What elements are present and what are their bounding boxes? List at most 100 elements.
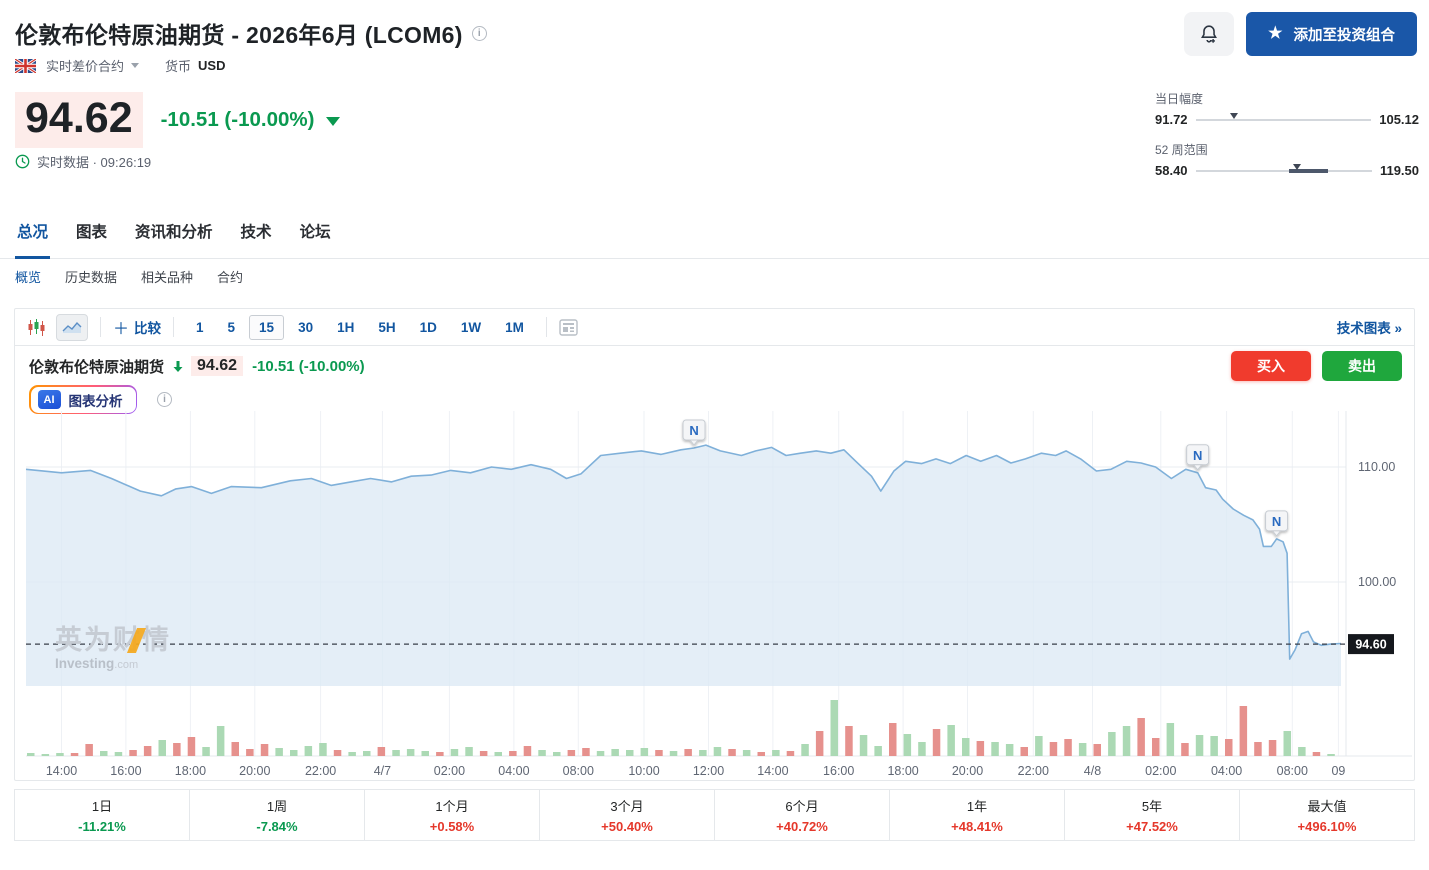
svg-text:22:00: 22:00 — [305, 764, 336, 778]
performance-cell-1m[interactable]: 1个月 +0.58% — [365, 790, 540, 840]
sub-tabs: 概览 历史数据 相关品种 合约 — [15, 267, 243, 286]
day-range-label: 当日幅度 — [1155, 90, 1419, 107]
news-marker-icon[interactable]: N — [1266, 511, 1288, 536]
ai-chart-analysis-button[interactable]: AI 图表分析 — [29, 385, 137, 414]
star-icon: ★ — [1268, 26, 1282, 42]
compare-button[interactable]: ＋ 比较 — [113, 315, 161, 339]
tab-chart[interactable]: 图表 — [74, 212, 109, 258]
interval-5[interactable]: 5 — [218, 315, 246, 340]
svg-text:4/8: 4/8 — [1084, 764, 1101, 778]
ai-analysis-label: 图表分析 — [69, 390, 123, 410]
news-events-button[interactable] — [559, 319, 578, 336]
day-range: 当日幅度 91.72 105.12 — [1155, 90, 1419, 127]
performance-cell-max[interactable]: 最大值 +496.10% — [1240, 790, 1414, 840]
subtab-historical-data[interactable]: 历史数据 — [65, 267, 117, 286]
currency-value: USD — [198, 58, 225, 73]
arrow-down-icon — [172, 360, 184, 373]
interval-15[interactable]: 15 — [249, 315, 284, 340]
svg-text:14:00: 14:00 — [757, 764, 788, 778]
chart-last-price: 94.62 — [191, 356, 243, 376]
svg-text:18:00: 18:00 — [175, 764, 206, 778]
quote-status: 实时数据 · 09:26:19 — [15, 152, 151, 171]
page-title: 伦敦布伦特原油期货 - 2026年6月 (LCOM6) — [15, 16, 463, 50]
interval-1m[interactable]: 1M — [495, 315, 534, 340]
technical-chart-link[interactable]: 技术图表 » — [1337, 317, 1402, 337]
svg-text:10:00: 10:00 — [628, 764, 659, 778]
last-price-tag: 94.60 — [1348, 634, 1394, 654]
buy-button[interactable]: 买入 — [1231, 351, 1311, 381]
currency-label: 货币 — [165, 56, 191, 75]
create-alert-button[interactable] — [1184, 12, 1234, 56]
header: 伦敦布伦特原油期货 - 2026年6月 (LCOM6) i — [15, 16, 487, 50]
performance-cell-6m[interactable]: 6个月 +40.72% — [715, 790, 890, 840]
week52-range-label: 52 周范围 — [1155, 141, 1419, 158]
chart-toolbar: ＋ 比较 1 5 15 30 1H 5H 1D 1W 1M 技术图表 » — [15, 309, 1414, 346]
performance-cell-1d[interactable]: 1日 -11.21% — [15, 790, 190, 840]
interval-30[interactable]: 30 — [288, 315, 323, 340]
interval-1d[interactable]: 1D — [410, 315, 447, 340]
day-range-low: 91.72 — [1155, 112, 1188, 127]
svg-text:04:00: 04:00 — [1211, 764, 1242, 778]
svg-text:09: 09 — [1331, 764, 1345, 778]
chart-card: ＋ 比较 1 5 15 30 1H 5H 1D 1W 1M 技术图表 » — [14, 308, 1415, 781]
subtab-overview[interactable]: 概览 — [15, 267, 41, 286]
volume-bars — [27, 700, 1335, 756]
svg-text:08:00: 08:00 — [1277, 764, 1308, 778]
news-panel-icon — [559, 319, 578, 336]
svg-text:100.00: 100.00 — [1358, 575, 1396, 589]
main-tabs: 总况 图表 资讯和分析 技术 论坛 — [0, 212, 1429, 259]
bell-plus-icon — [1198, 23, 1220, 45]
subtab-related-instruments[interactable]: 相关品种 — [141, 267, 193, 286]
uk-flag-icon — [15, 59, 36, 73]
area-chart-icon — [62, 321, 82, 334]
price-chart[interactable]: 110.00100.0014:0016:0018:0020:0022:004/7… — [16, 411, 1414, 779]
realtime-status-text: 实时数据 · 09:26:19 — [37, 152, 151, 171]
week52-range: 52 周范围 58.40 119.50 — [1155, 141, 1419, 178]
area-chart-button[interactable] — [56, 314, 88, 341]
performance-strip: 1日 -11.21% 1周 -7.84% 1个月 +0.58% 3个月 +50.… — [14, 789, 1415, 841]
chevron-down-icon[interactable] — [131, 63, 139, 68]
title-info-icon[interactable]: i — [472, 26, 487, 41]
interval-selector: 1 5 15 30 1H 5H 1D 1W 1M — [186, 315, 534, 340]
tab-technical[interactable]: 技术 — [239, 212, 274, 258]
last-price: 94.62 — [15, 92, 143, 148]
interval-1w[interactable]: 1W — [451, 315, 491, 340]
svg-text:08:00: 08:00 — [563, 764, 594, 778]
performance-cell-1w[interactable]: 1周 -7.84% — [190, 790, 365, 840]
week52-range-low: 58.40 — [1155, 163, 1188, 178]
instrument-meta: 实时差价合约 货币 USD — [15, 56, 225, 75]
ai-badge-icon: AI — [38, 390, 61, 409]
svg-text:N: N — [1272, 514, 1281, 529]
performance-cell-1y[interactable]: 1年 +48.41% — [890, 790, 1065, 840]
svg-text:N: N — [689, 423, 698, 438]
news-marker-icon[interactable]: N — [1187, 445, 1209, 470]
interval-5h[interactable]: 5H — [368, 315, 405, 340]
svg-text:4/7: 4/7 — [374, 764, 391, 778]
price-area-series — [26, 445, 1341, 686]
performance-cell-3m[interactable]: 3个月 +50.40% — [540, 790, 715, 840]
candlestick-icon — [27, 318, 46, 337]
day-range-track — [1196, 115, 1372, 125]
interval-1[interactable]: 1 — [186, 315, 214, 340]
performance-cell-5y[interactable]: 5年 +47.52% — [1065, 790, 1240, 840]
candlestick-chart-button[interactable] — [27, 318, 46, 337]
svg-text:20:00: 20:00 — [952, 764, 983, 778]
interval-1h[interactable]: 1H — [327, 315, 364, 340]
add-to-portfolio-button[interactable]: ★ 添加至投资组合 — [1246, 12, 1417, 56]
svg-text:04:00: 04:00 — [498, 764, 529, 778]
price-down-arrow-icon[interactable] — [326, 117, 340, 126]
day-range-marker-icon — [1230, 113, 1238, 119]
tab-news-analysis[interactable]: 资讯和分析 — [133, 212, 215, 258]
svg-text:14:00: 14:00 — [46, 764, 77, 778]
ai-info-icon[interactable]: i — [157, 392, 172, 407]
add-to-portfolio-label: 添加至投资组合 — [1294, 24, 1396, 45]
subtab-contracts[interactable]: 合约 — [217, 267, 243, 286]
instrument-type-label[interactable]: 实时差价合约 — [46, 56, 124, 75]
svg-text:18:00: 18:00 — [887, 764, 918, 778]
week52-range-track — [1196, 166, 1372, 176]
tab-forum[interactable]: 论坛 — [298, 212, 333, 258]
sell-button[interactable]: 卖出 — [1322, 351, 1402, 381]
news-marker-icon[interactable]: N — [683, 420, 705, 445]
svg-text:20:00: 20:00 — [239, 764, 270, 778]
tab-overview[interactable]: 总况 — [15, 212, 50, 259]
